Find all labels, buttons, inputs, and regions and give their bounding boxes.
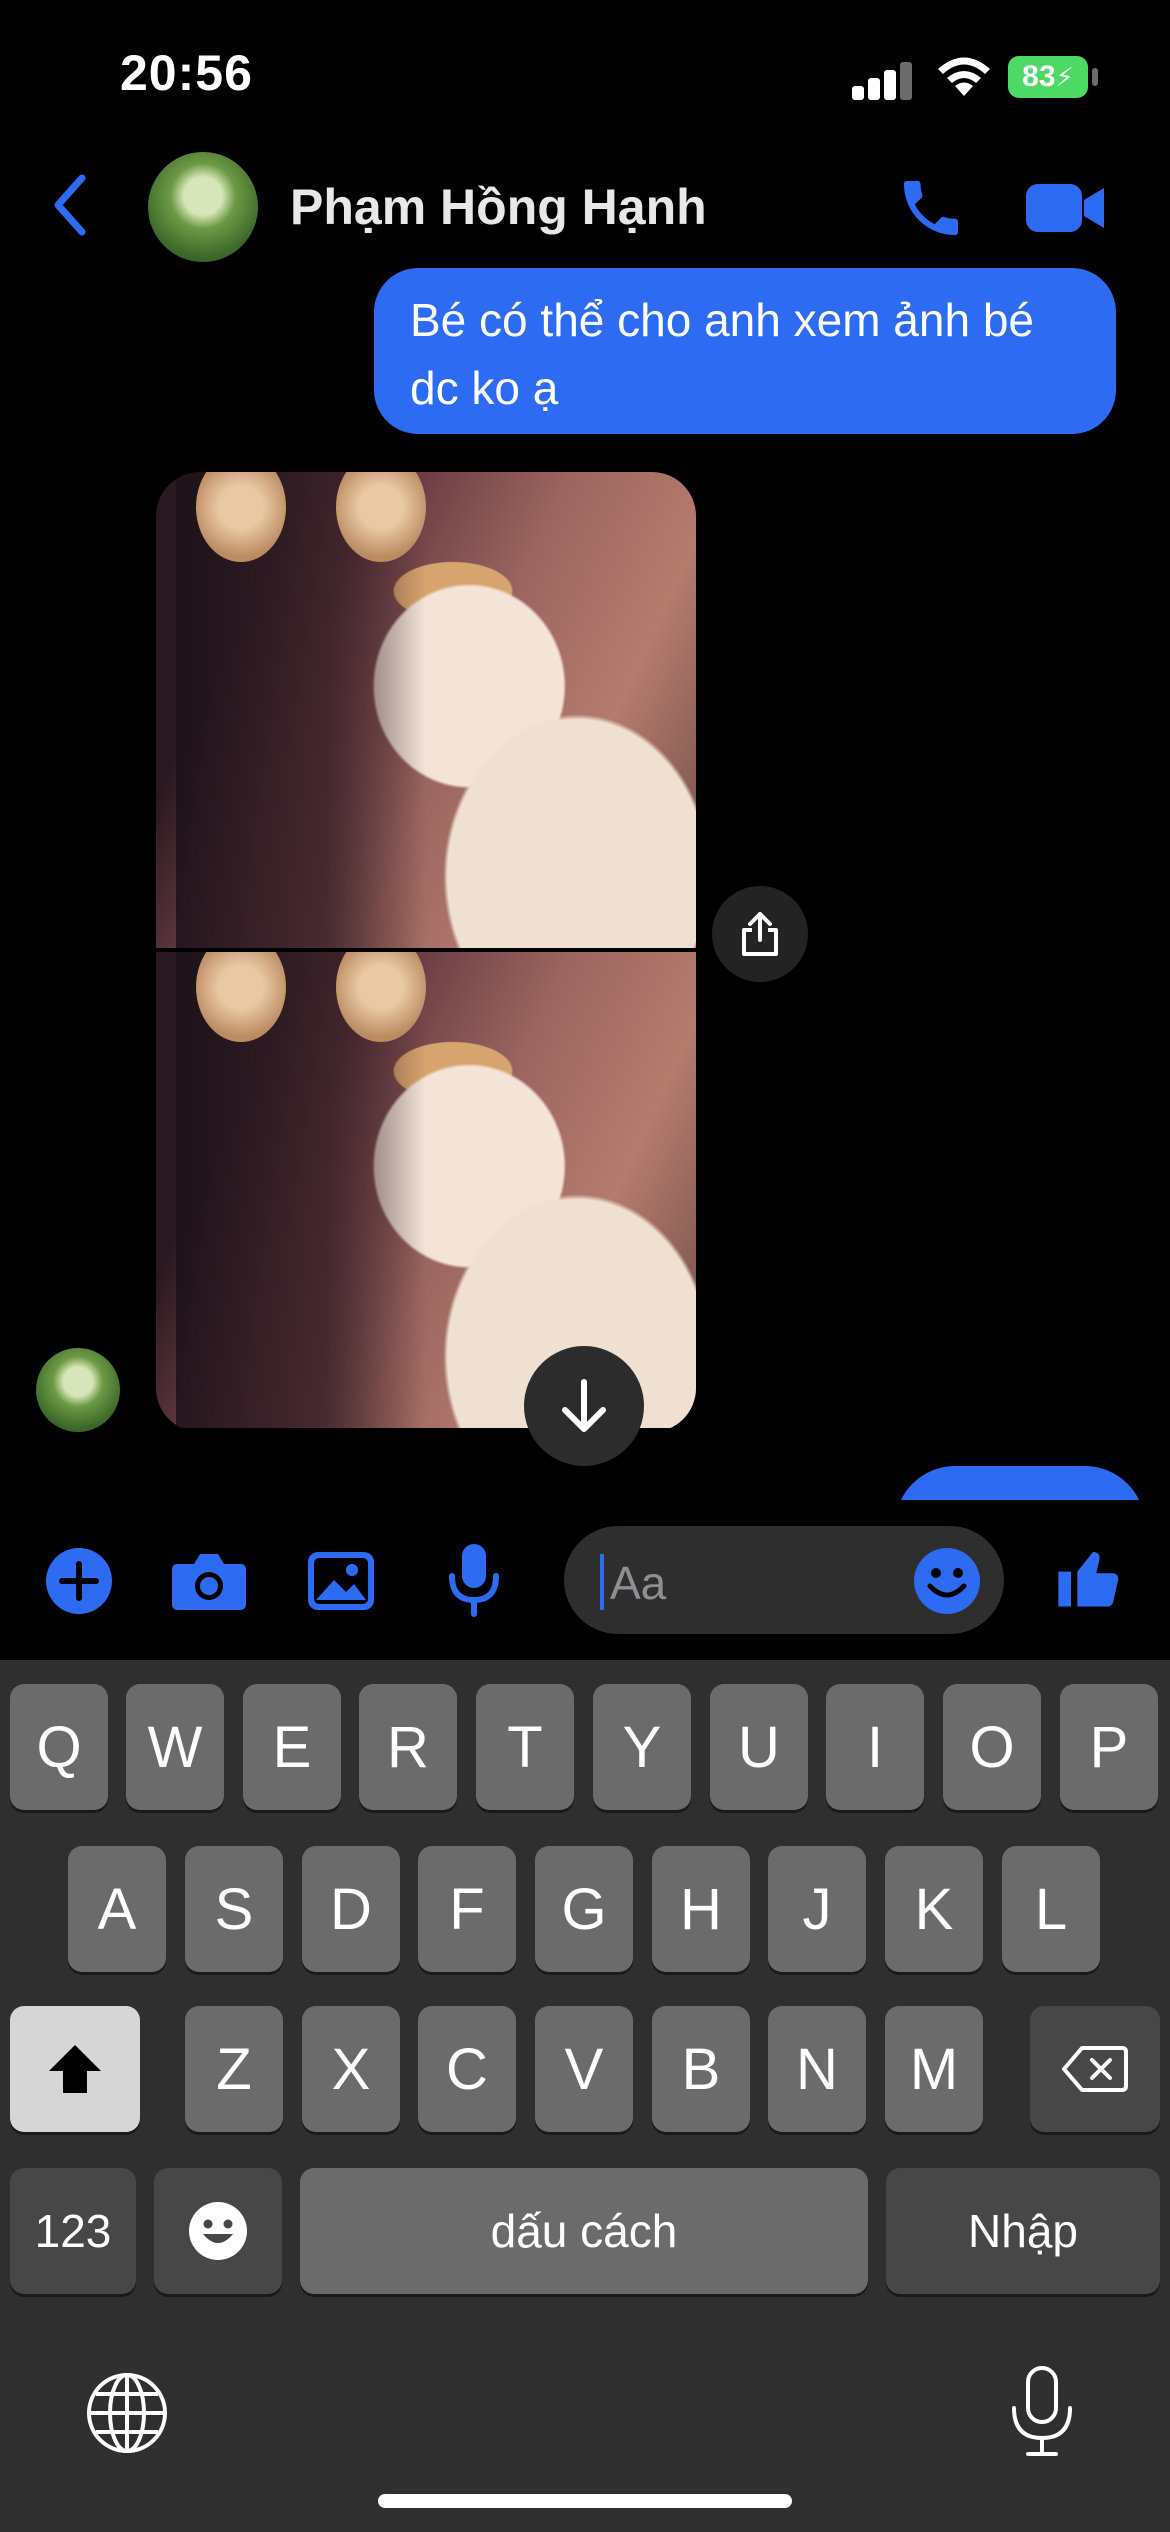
key-v[interactable]: V (535, 2006, 633, 2132)
emoji-keyboard-key[interactable] (154, 2168, 282, 2294)
globe-icon[interactable] (84, 2370, 170, 2456)
key-f[interactable]: F (418, 1846, 516, 1972)
backspace-icon (1062, 2046, 1128, 2092)
contact-name[interactable]: Phạm Hồng Hạnh (290, 178, 707, 236)
camera-icon[interactable] (170, 1550, 248, 1612)
return-key[interactable]: Nhập (886, 2168, 1160, 2294)
share-icon (742, 912, 778, 956)
numbers-key[interactable]: 123 (10, 2168, 136, 2294)
key-y[interactable]: Y (593, 1684, 691, 1810)
cellular-signal-icon (852, 60, 914, 100)
key-s[interactable]: S (185, 1846, 283, 1972)
key-d[interactable]: D (302, 1846, 400, 1972)
microphone-icon[interactable] (448, 1542, 500, 1618)
photo-gallery-icon[interactable] (306, 1550, 376, 1612)
shift-key[interactable] (10, 2006, 140, 2132)
key-z[interactable]: Z (185, 2006, 283, 2132)
wifi-icon (938, 57, 990, 96)
key-q[interactable]: Q (10, 1684, 108, 1810)
key-a[interactable]: A (68, 1846, 166, 1972)
message-input-placeholder: Aa (610, 1557, 667, 1609)
back-icon[interactable] (50, 172, 90, 238)
space-key-label: dấu cách (490, 2205, 678, 2257)
return-key-label: Nhập (968, 2205, 1078, 2257)
backspace-key[interactable] (1030, 2006, 1160, 2132)
contact-avatar[interactable] (148, 152, 258, 262)
key-j[interactable]: J (768, 1846, 866, 1972)
key-e[interactable]: E (243, 1684, 341, 1810)
battery-level: 83 (1022, 60, 1056, 93)
key-t[interactable]: T (476, 1684, 574, 1810)
thumbs-up-icon[interactable] (1052, 1540, 1128, 1616)
numbers-key-label: 123 (34, 2205, 112, 2257)
space-key[interactable]: dấu cách (300, 2168, 868, 2294)
battery-tip (1092, 68, 1098, 86)
emoji-icon (189, 2202, 247, 2260)
dictation-microphone-icon[interactable] (1008, 2364, 1076, 2460)
emoji-icon[interactable] (912, 1546, 982, 1616)
photo-image[interactable] (156, 472, 696, 948)
key-n[interactable]: N (768, 2006, 866, 2132)
status-time: 20:56 (120, 45, 253, 101)
photo-attachment[interactable] (156, 472, 696, 1432)
key-c[interactable]: C (418, 2006, 516, 2132)
plus-icon[interactable] (44, 1546, 114, 1616)
outgoing-message[interactable]: Bé có thể cho anh xem ảnh bé dc ko ạ (374, 268, 1116, 434)
text-cursor (600, 1554, 604, 1610)
key-i[interactable]: I (826, 1684, 924, 1810)
battery-indicator: 83 ⚡ (1008, 56, 1088, 98)
key-b[interactable]: B (652, 2006, 750, 2132)
key-x[interactable]: X (302, 2006, 400, 2132)
key-o[interactable]: O (943, 1684, 1041, 1810)
key-r[interactable]: R (359, 1684, 457, 1810)
sender-avatar[interactable] (36, 1348, 120, 1432)
key-m[interactable]: M (885, 2006, 983, 2132)
phone-call-icon[interactable] (895, 172, 967, 244)
key-g[interactable]: G (535, 1846, 633, 1972)
video-call-icon[interactable] (1024, 180, 1106, 236)
key-l[interactable]: L (1002, 1846, 1100, 1972)
shift-icon (49, 2045, 101, 2093)
share-button[interactable] (712, 886, 808, 982)
home-indicator[interactable] (378, 2494, 792, 2508)
arrow-down-icon (562, 1379, 606, 1432)
key-h[interactable]: H (652, 1846, 750, 1972)
scroll-to-bottom-button[interactable] (524, 1346, 644, 1466)
key-p[interactable]: P (1060, 1684, 1158, 1810)
key-k[interactable]: K (885, 1846, 983, 1972)
key-u[interactable]: U (710, 1684, 808, 1810)
key-w[interactable]: W (126, 1684, 224, 1810)
